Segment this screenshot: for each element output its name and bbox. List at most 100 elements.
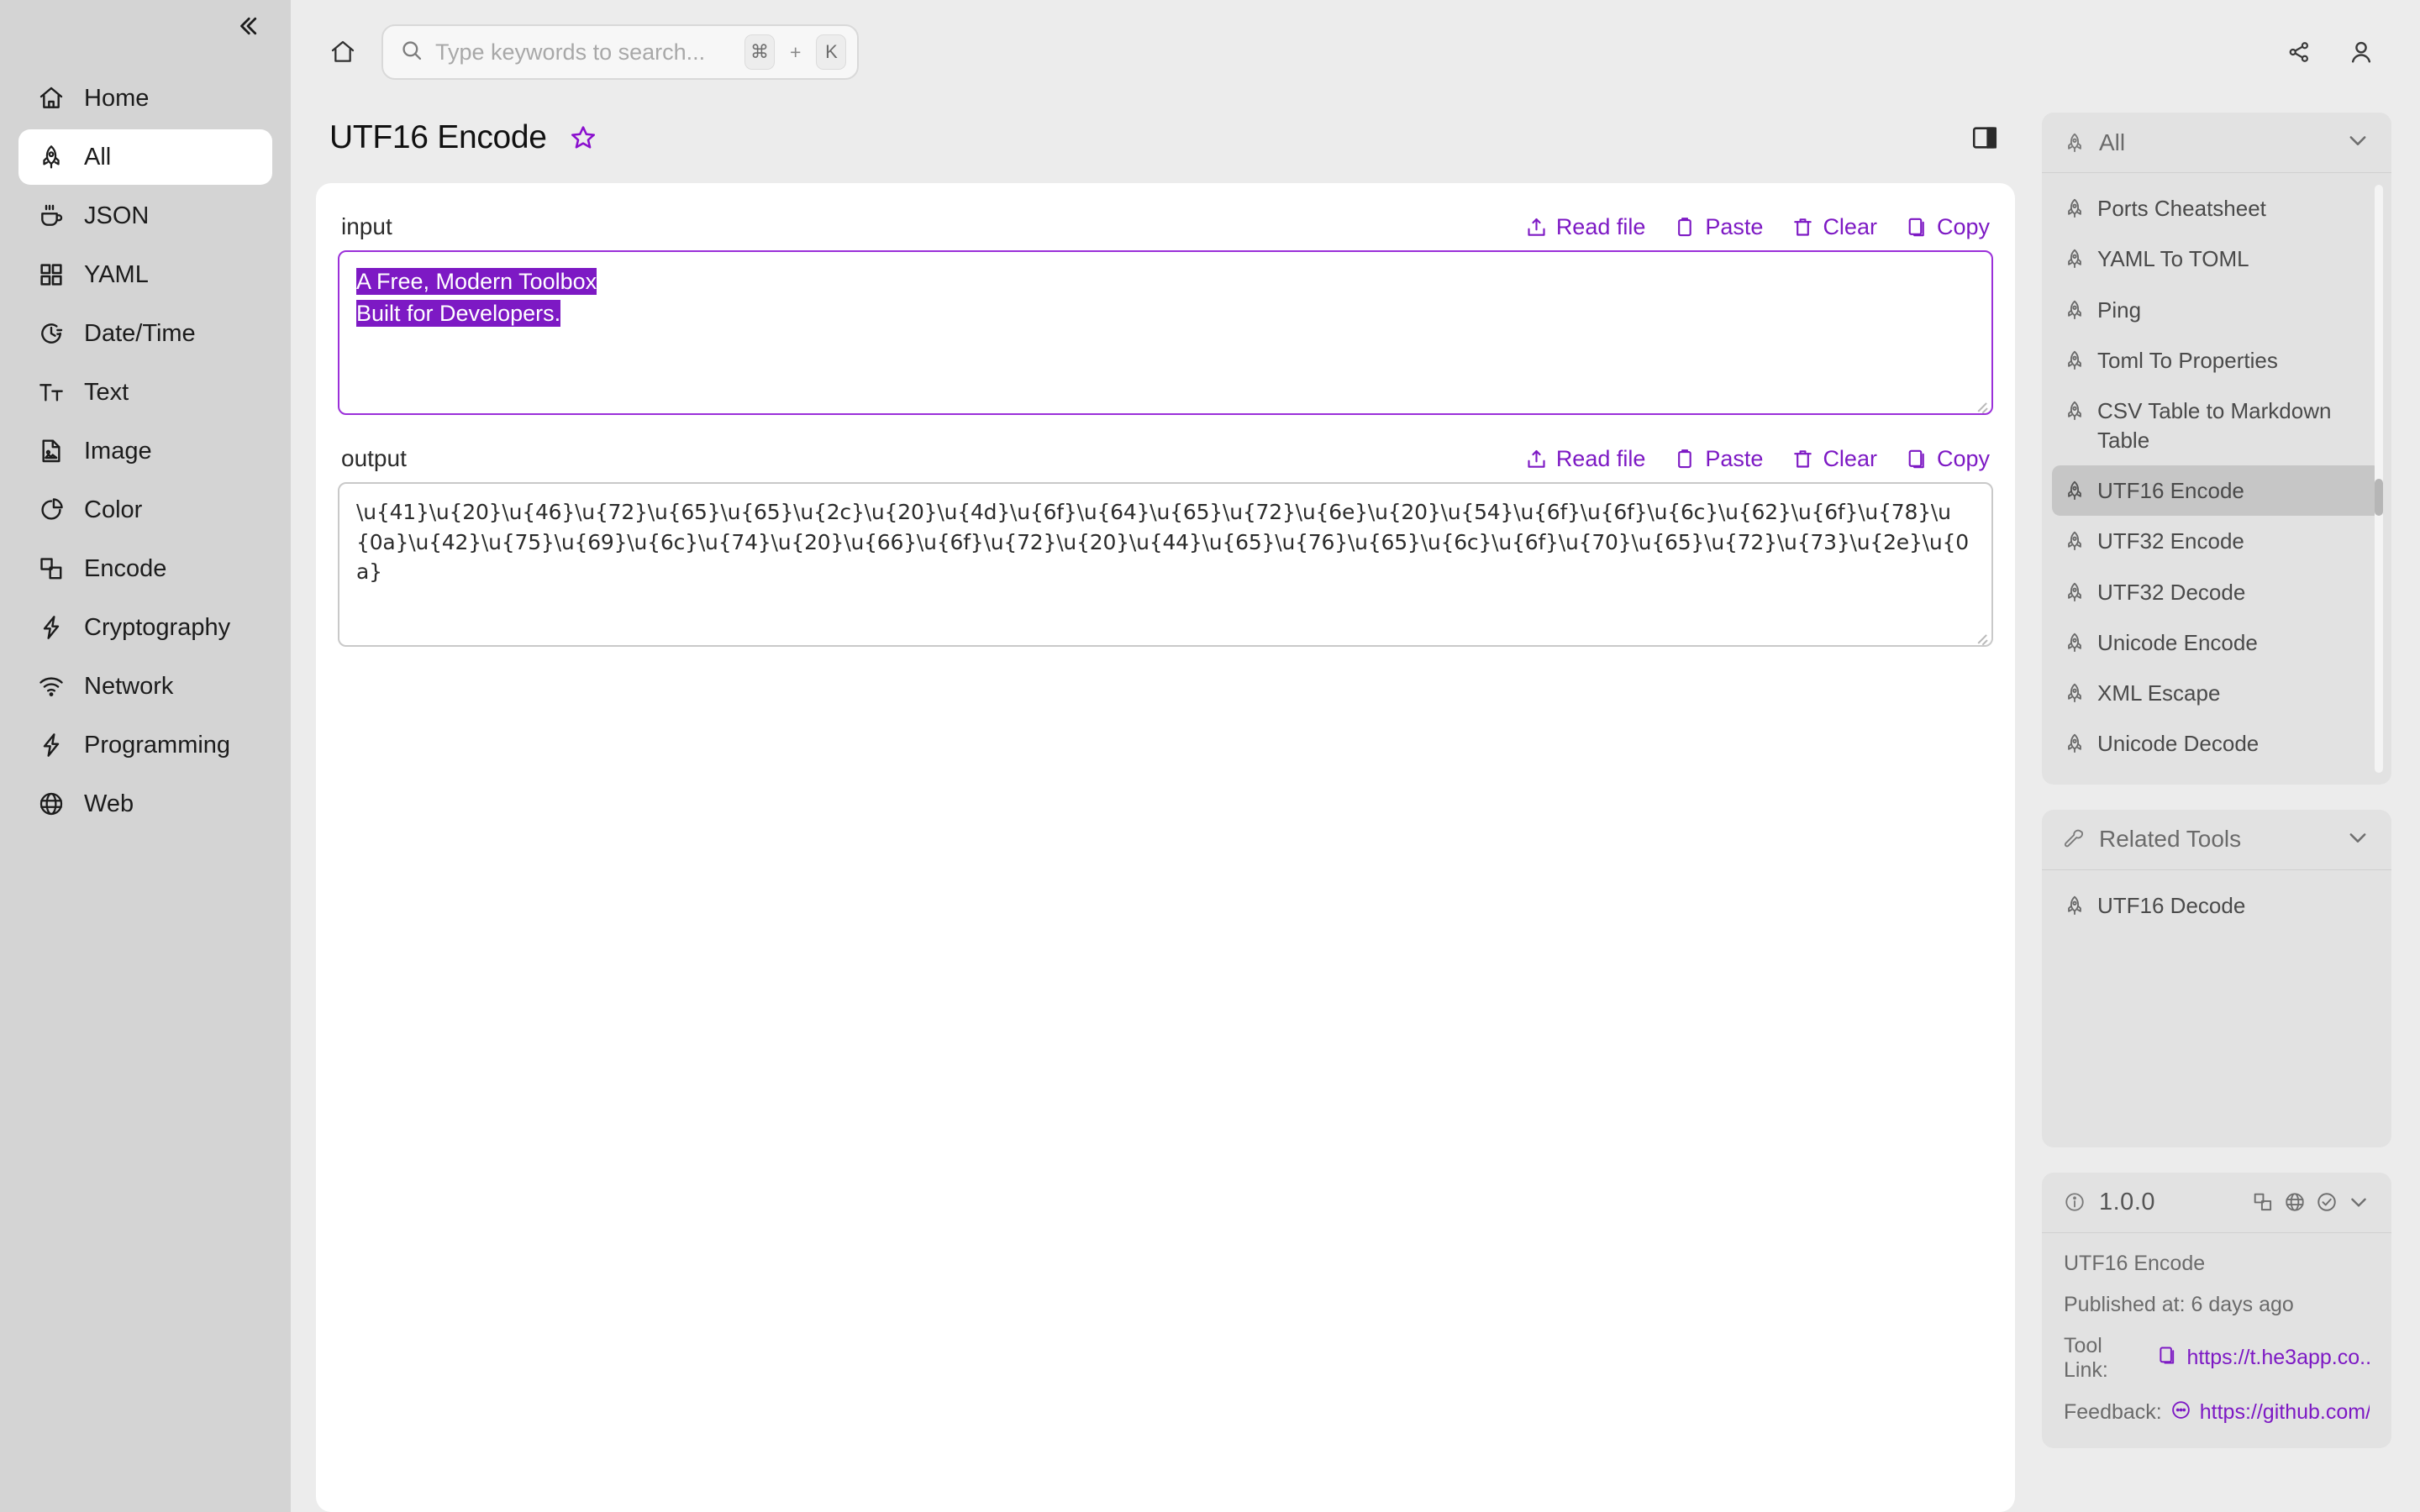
main-area: ⌘ + K UTF16 Encode xyxy=(291,0,2420,1512)
input-paste-button[interactable]: Paste xyxy=(1674,214,1763,240)
sidebar-item-programming[interactable]: Programming xyxy=(18,717,272,773)
related-tool-item-label: UTF16 Decode xyxy=(2097,892,2246,918)
input-textarea[interactable]: A Free, Modern Toolbox Built for Develope… xyxy=(338,250,1993,415)
search-icon xyxy=(400,39,424,66)
tool-list-scrollbar-thumb[interactable] xyxy=(2375,478,2383,516)
rocket-icon xyxy=(2064,632,2086,654)
grid-icon xyxy=(37,260,66,289)
input-copy-button[interactable]: Copy xyxy=(1906,214,1990,240)
left-sidebar: Home All JSON YAML Date/Time Text Image … xyxy=(0,0,291,1512)
home-icon[interactable] xyxy=(316,25,370,79)
star-icon[interactable] xyxy=(564,118,602,157)
sidebar-item-text[interactable]: Text xyxy=(18,365,272,420)
tool-list-item[interactable]: CSV Table to Markdown Table xyxy=(2052,386,2381,465)
copy-layers-icon[interactable] xyxy=(2252,1191,2274,1213)
clipboard-icon xyxy=(1674,216,1697,239)
chevron-down-icon[interactable] xyxy=(2348,1191,2370,1213)
globe-icon[interactable] xyxy=(2284,1191,2306,1213)
all-tools-body: Ports Cheatsheet YAML To TOML Ping Toml … xyxy=(2042,173,2391,785)
tool-list-item[interactable]: UTF32 Encode xyxy=(2052,516,2381,566)
rocket-icon xyxy=(37,143,66,171)
output-block: output Read file Paste Clear Copy \u{41}… xyxy=(338,437,1993,647)
tool-list-item-label: Toml To Properties xyxy=(2097,347,2278,373)
search-box[interactable]: ⌘ + K xyxy=(381,24,859,80)
tool-list-item-utf16-encode[interactable]: UTF16 Encode xyxy=(2052,465,2381,517)
rocket-icon xyxy=(2064,682,2086,704)
output-actions: Read file Paste Clear Copy xyxy=(1525,446,1990,472)
output-clear-button[interactable]: Clear xyxy=(1791,446,1877,472)
sidebar-item-label: Date/Time xyxy=(84,319,196,347)
tool-list-item-label: UTF32 Encode xyxy=(2097,528,2244,554)
sidebar-item-yaml[interactable]: YAML xyxy=(18,247,272,302)
output-paste-button[interactable]: Paste xyxy=(1674,446,1763,472)
content-area: UTF16 Encode input Read file Paste Clear… xyxy=(291,104,2420,1512)
share-icon[interactable] xyxy=(2274,27,2324,77)
chevron-down-icon[interactable] xyxy=(2346,129,2370,156)
sidebar-item-network[interactable]: Network xyxy=(18,659,272,714)
input-block: input Read file Paste Clear Copy A Free,… xyxy=(338,205,1993,415)
input-clear-button[interactable]: Clear xyxy=(1791,214,1877,240)
sidebar-item-cryptography[interactable]: Cryptography xyxy=(18,600,272,655)
sidebar-item-encode[interactable]: Encode xyxy=(18,541,272,596)
tool-list-item-label: Unicode Encode xyxy=(2097,629,2258,655)
tool-info-feedback-value[interactable]: https://github.com/... xyxy=(2200,1400,2370,1425)
tool-list-scrollbar[interactable] xyxy=(2375,185,2383,773)
output-copy-button[interactable]: Copy xyxy=(1906,446,1990,472)
sidebar-item-label: All xyxy=(84,143,112,171)
check-circle-icon[interactable] xyxy=(2316,1191,2338,1213)
all-tools-list: Ports Cheatsheet YAML To TOML Ping Toml … xyxy=(2052,183,2381,769)
page-title: UTF16 Encode xyxy=(329,119,547,155)
output-textarea[interactable]: \u{41}\u{20}\u{46}\u{72}\u{65}\u{65}\u{2… xyxy=(338,482,1993,647)
related-tools-list: UTF16 Decode xyxy=(2052,880,2381,931)
tool-list-item[interactable]: Ports Cheatsheet xyxy=(2052,183,2381,234)
io-card: input Read file Paste Clear Copy A Free,… xyxy=(316,183,2015,1512)
rocket-icon xyxy=(2064,197,2086,219)
output-copy-label: Copy xyxy=(1936,445,1990,471)
copy-icon[interactable] xyxy=(2157,1345,2178,1372)
tool-version: 1.0.0 xyxy=(2099,1188,2155,1215)
output-label: output xyxy=(341,445,407,471)
output-paste-label: Paste xyxy=(1705,445,1764,471)
input-resize-handle[interactable] xyxy=(1975,397,1988,411)
sidebar-item-json[interactable]: JSON xyxy=(18,188,272,244)
output-read-file-button[interactable]: Read file xyxy=(1525,446,1645,472)
comment-icon[interactable] xyxy=(2170,1399,2191,1426)
sidebar-item-label: Color xyxy=(84,496,143,523)
tool-list-item[interactable]: Ping xyxy=(2052,285,2381,335)
tool-list-item[interactable]: Unicode Decode xyxy=(2052,718,2381,769)
output-resize-handle[interactable] xyxy=(1975,629,1988,643)
input-read-file-button[interactable]: Read file xyxy=(1525,214,1645,240)
tool-list-item[interactable]: Toml To Properties xyxy=(2052,335,2381,386)
related-tools-panel: Related Tools UTF16 Decode xyxy=(2042,809,2391,1147)
tool-list-item[interactable]: XML Escape xyxy=(2052,668,2381,718)
sidebar-item-label: Cryptography xyxy=(84,613,231,641)
search-input[interactable] xyxy=(435,39,733,66)
shortcut-plus: + xyxy=(790,40,802,63)
input-copy-label: Copy xyxy=(1936,213,1990,239)
sidebar-item-web[interactable]: Web xyxy=(18,776,272,832)
chevron-down-icon[interactable] xyxy=(2346,826,2370,853)
upload-icon xyxy=(1525,216,1548,239)
all-tools-header[interactable]: All xyxy=(2042,113,2391,173)
sidebar-item-home[interactable]: Home xyxy=(18,71,272,126)
sidebar-item-datetime[interactable]: Date/Time xyxy=(18,306,272,361)
top-bar: ⌘ + K xyxy=(291,0,2420,104)
tool-info-link-value[interactable]: https://t.he3app.co... xyxy=(2186,1346,2370,1370)
related-tool-item[interactable]: UTF16 Decode xyxy=(2052,880,2381,931)
tool-list-item[interactable]: Unicode Encode xyxy=(2052,617,2381,668)
rocket-icon xyxy=(2064,349,2086,371)
user-icon[interactable] xyxy=(2336,27,2386,77)
sidebar-item-all[interactable]: All xyxy=(18,129,272,185)
right-panel-icon[interactable] xyxy=(1963,116,2007,160)
trash-icon xyxy=(1791,448,1814,470)
sidebar-item-image[interactable]: Image xyxy=(18,423,272,479)
coffee-icon xyxy=(37,202,66,230)
all-tools-title: All xyxy=(2099,129,2126,155)
tool-list-item[interactable]: UTF32 Decode xyxy=(2052,567,2381,617)
tool-list-item[interactable]: YAML To TOML xyxy=(2052,234,2381,284)
related-tools-header[interactable]: Related Tools xyxy=(2042,810,2391,870)
globe-icon xyxy=(37,790,66,818)
clock-icon xyxy=(37,319,66,348)
chevrons-left-icon[interactable] xyxy=(230,8,266,44)
sidebar-item-color[interactable]: Color xyxy=(18,482,272,538)
